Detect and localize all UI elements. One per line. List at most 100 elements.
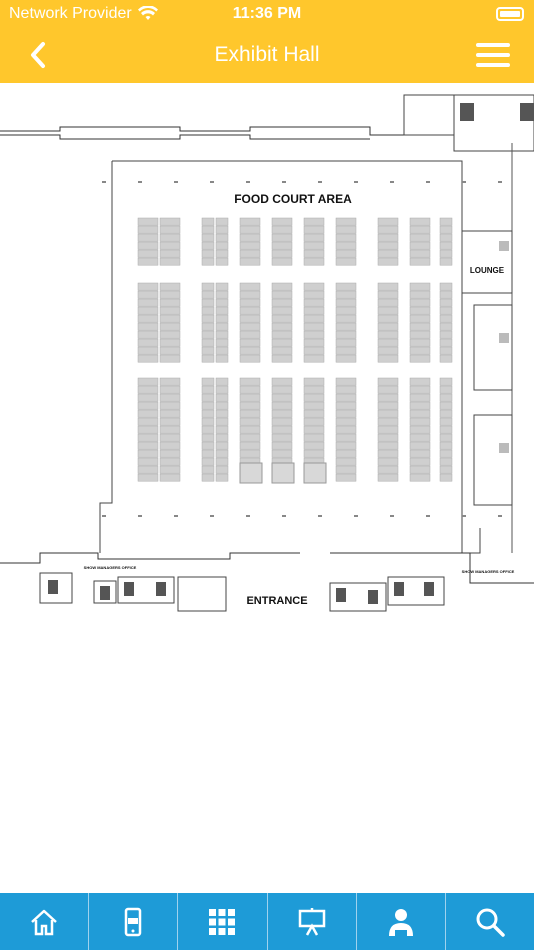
booth[interactable] [377,377,399,386]
booth[interactable] [159,377,181,386]
booth[interactable] [409,338,431,347]
booth[interactable] [137,465,159,474]
booth[interactable] [409,393,431,402]
booth[interactable] [239,233,261,242]
booth[interactable] [137,449,159,458]
booth[interactable] [137,354,159,363]
booth[interactable] [439,433,453,442]
booth[interactable] [439,409,453,418]
booth[interactable] [377,306,399,315]
booth[interactable] [137,298,159,307]
booth[interactable] [335,314,357,323]
booth[interactable] [377,457,399,466]
booth[interactable] [159,401,181,410]
booth[interactable] [201,330,215,339]
booth[interactable] [377,338,399,347]
booth[interactable] [303,346,325,355]
booth[interactable] [201,385,215,394]
booth[interactable] [137,473,159,482]
booth[interactable] [137,417,159,426]
booth[interactable] [159,425,181,434]
booth[interactable] [335,225,357,234]
booth[interactable] [201,241,215,250]
booth[interactable] [303,257,325,266]
booth[interactable] [335,257,357,266]
booth[interactable] [137,282,159,291]
booth[interactable] [303,306,325,315]
booth[interactable] [439,233,453,242]
booth[interactable] [303,433,325,442]
booth[interactable] [303,449,325,458]
booth[interactable] [239,385,261,394]
booth[interactable] [271,290,293,299]
booth[interactable] [159,441,181,450]
booth[interactable] [271,417,293,426]
booth[interactable] [439,290,453,299]
booth[interactable] [201,473,215,482]
booth[interactable] [215,338,229,347]
booth[interactable] [439,257,453,266]
booth[interactable] [377,401,399,410]
booth[interactable] [303,425,325,434]
booth[interactable] [377,298,399,307]
booth[interactable] [335,401,357,410]
booth[interactable] [159,433,181,442]
booth[interactable] [159,290,181,299]
booth[interactable] [159,306,181,315]
booth[interactable] [201,290,215,299]
booth[interactable] [439,225,453,234]
booth[interactable] [137,314,159,323]
booth[interactable] [201,322,215,331]
booth[interactable] [159,257,181,266]
booth[interactable] [215,217,229,226]
booth[interactable] [335,473,357,482]
booth[interactable] [303,330,325,339]
booth[interactable] [271,314,293,323]
booth[interactable] [271,409,293,418]
booth[interactable] [409,385,431,394]
booth[interactable] [335,330,357,339]
booth[interactable] [409,241,431,250]
booth[interactable] [159,346,181,355]
booth[interactable] [137,401,159,410]
booth[interactable] [215,354,229,363]
booth[interactable] [137,338,159,347]
booth[interactable] [159,322,181,331]
booth[interactable] [159,233,181,242]
booth[interactable] [409,354,431,363]
booth[interactable] [271,322,293,331]
booth[interactable] [239,377,261,386]
booth[interactable] [377,233,399,242]
booth[interactable] [409,401,431,410]
booth[interactable] [137,249,159,258]
booth[interactable] [159,330,181,339]
booth[interactable] [215,346,229,355]
booth[interactable] [377,433,399,442]
booth[interactable] [215,409,229,418]
booth[interactable] [377,217,399,226]
sponsor-booth[interactable] [271,462,295,484]
booth[interactable] [377,449,399,458]
booth[interactable] [409,217,431,226]
booth[interactable] [409,441,431,450]
booth[interactable] [137,346,159,355]
booth[interactable] [335,417,357,426]
booth[interactable] [409,346,431,355]
booth[interactable] [335,298,357,307]
booth[interactable] [215,457,229,466]
booth[interactable] [201,377,215,386]
booth[interactable] [335,425,357,434]
booth[interactable] [409,425,431,434]
booth[interactable] [215,417,229,426]
booth[interactable] [335,338,357,347]
booth[interactable] [409,457,431,466]
booth[interactable] [439,354,453,363]
booth[interactable] [271,433,293,442]
booth[interactable] [201,393,215,402]
booth[interactable] [201,306,215,315]
booth[interactable] [439,241,453,250]
booth[interactable] [201,314,215,323]
booth[interactable] [271,346,293,355]
booth[interactable] [377,425,399,434]
booth[interactable] [335,377,357,386]
